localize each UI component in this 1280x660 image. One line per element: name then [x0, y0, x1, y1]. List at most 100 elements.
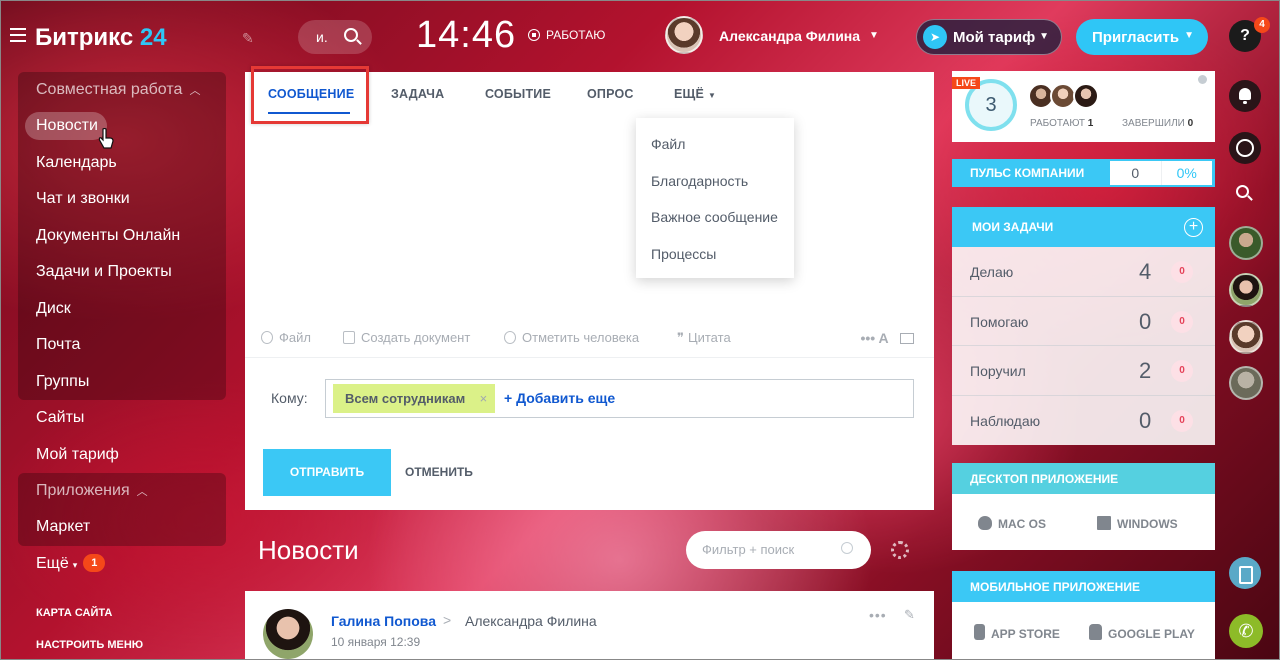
menu-item-news[interactable]: Новости [18, 108, 226, 145]
chat-icon[interactable] [1229, 132, 1261, 164]
post-target[interactable]: Александра Филина [465, 613, 597, 629]
add-task-icon[interactable]: + [1184, 218, 1203, 237]
avatar[interactable] [1229, 320, 1263, 354]
user-name[interactable]: Александра Филина [719, 28, 860, 44]
tab-event[interactable]: СОБЫТИЕ [485, 87, 551, 101]
menu-group-collab-title[interactable]: Совместная работа ︿ [18, 72, 226, 108]
configure-menu-link[interactable]: НАСТРОИТЬ МЕНЮ [36, 639, 143, 651]
pin-icon[interactable]: ✎ [904, 607, 915, 623]
avatar[interactable] [1229, 366, 1263, 400]
dropdown-item-important[interactable]: Важное сообщение [636, 199, 794, 236]
clock[interactable]: 14:46 [416, 14, 516, 57]
mac-os-link[interactable]: MAC OS [978, 516, 1046, 531]
dropdown-item-thanks[interactable]: Благодарность [636, 163, 794, 200]
company-pulse[interactable]: ПУЛЬС КОМПАНИИ 0 0% [952, 159, 1215, 187]
recipients-field[interactable]: Всем сотрудникам × + Добавить еще [325, 379, 914, 418]
search-icon[interactable] [1236, 185, 1249, 198]
chevron-down-icon[interactable]: ▼ [869, 30, 879, 41]
done-label: ЗАВЕРШИЛИ 0 [1122, 118, 1194, 129]
working-label: РАБОТАЮТ 1 [1030, 118, 1094, 129]
panel-icon[interactable] [900, 333, 914, 344]
status-badge: 0 [1171, 310, 1193, 333]
live-card[interactable]: 3 LIVE РАБОТАЮТ 1 ЗАВЕРШИЛИ 0 [952, 71, 1215, 142]
chevron-down-icon: ▼ [1039, 31, 1049, 42]
tab-poll[interactable]: ОПРОС [587, 87, 634, 101]
live-badge: LIVE [952, 77, 981, 89]
invite-button[interactable]: Пригласить ▼ [1076, 19, 1208, 55]
invite-label: Пригласить [1092, 28, 1180, 46]
avatar[interactable] [1229, 226, 1263, 260]
menu-item-groups[interactable]: Группы [18, 364, 226, 401]
google-play-link[interactable]: GOOGLE PLAY [1089, 624, 1195, 641]
menu-item-tasks[interactable]: Задачи и Проекты [18, 254, 226, 291]
work-status[interactable]: РАБОТАЮ [528, 28, 605, 42]
status-badge: 0 [1171, 409, 1193, 432]
menu-item-docs[interactable]: Документы Онлайн [18, 218, 226, 255]
apple-icon [978, 516, 992, 530]
gear-icon[interactable] [891, 541, 909, 559]
post-date[interactable]: 10 января 12:39 [331, 635, 420, 649]
close-icon[interactable]: × [480, 384, 488, 413]
pulse-percent: 0% [1160, 161, 1213, 185]
more-icon[interactable]: ••• [869, 607, 887, 623]
menu-item-calendar[interactable]: Календарь [18, 145, 226, 182]
my-tariff-button[interactable]: ➤ Мой тариф ▼ [916, 19, 1062, 55]
android-icon [1089, 624, 1102, 640]
menu-group-collab: Совместная работа ︿ Новости Календарь Ча… [18, 72, 226, 400]
header-search[interactable]: и. [298, 20, 372, 54]
task-row-doing[interactable]: Делаю 4 0 [952, 247, 1215, 297]
menu-burger-icon[interactable] [10, 28, 26, 42]
tab-task[interactable]: ЗАДАЧА [391, 87, 444, 101]
tool-mention[interactable]: Отметить человека [504, 330, 639, 345]
search-icon[interactable] [841, 542, 853, 554]
post-composer: СООБЩЕНИЕ ЗАДАЧА СОБЫТИЕ ОПРОС ЕЩЁ ▼ Файл… [245, 66, 934, 510]
chevron-down-icon: ▼ [1184, 30, 1194, 41]
exit-icon[interactable] [1229, 557, 1261, 589]
avatar[interactable] [263, 609, 313, 659]
user-avatar[interactable] [665, 16, 703, 54]
dropdown-item-file[interactable]: Файл [636, 126, 794, 163]
task-row-watching[interactable]: Наблюдаю 0 0 [952, 396, 1215, 446]
search-icon[interactable] [344, 28, 358, 42]
edit-pencil-icon[interactable]: ✎ [242, 30, 254, 47]
post-author[interactable]: Галина Попова [331, 613, 436, 629]
menu-item-sites[interactable]: Сайты [18, 400, 226, 437]
cancel-button[interactable]: ОТМЕНИТЬ [405, 465, 473, 479]
feed-post: Галина Попова > Александра Филина 10 янв… [245, 591, 934, 660]
task-row-helping[interactable]: Помогаю 0 0 [952, 297, 1215, 346]
windows-link[interactable]: WINDOWS [1097, 516, 1178, 531]
menu-item-tariff[interactable]: Мой тариф [18, 437, 226, 474]
menu-item-mail[interactable]: Почта [18, 327, 226, 364]
recipient-chip[interactable]: Всем сотрудникам × [333, 384, 496, 413]
tool-create-doc[interactable]: Создать документ [343, 330, 470, 345]
menu-item-disk[interactable]: Диск [18, 291, 226, 328]
send-button[interactable]: ОТПРАВИТЬ [263, 449, 391, 496]
add-recipient-link[interactable]: + Добавить еще [504, 390, 615, 406]
tasks-header[interactable]: МОИ ЗАДАЧИ + [952, 207, 1215, 247]
windows-icon [1097, 516, 1111, 530]
tool-quote[interactable]: ❞ Цитата [677, 330, 731, 346]
bell-icon[interactable] [1229, 80, 1261, 112]
header-search-text: и. [316, 29, 328, 45]
logo[interactable]: Битрикс 24 [35, 24, 167, 52]
menu-group-apps-title[interactable]: Приложения ︿ [18, 473, 226, 509]
dropdown-item-processes[interactable]: Процессы [636, 236, 794, 273]
avatar[interactable] [1073, 83, 1099, 109]
quote-icon: ❞ [677, 330, 684, 345]
app-store-link[interactable]: APP STORE [974, 624, 1060, 641]
tool-file[interactable]: Файл [261, 330, 311, 345]
info-icon[interactable] [1198, 75, 1207, 84]
sitemap-link[interactable]: КАРТА САЙТА [36, 607, 112, 619]
avatar[interactable] [1229, 273, 1263, 307]
menu-item-chat[interactable]: Чат и звонки [18, 181, 226, 218]
menu-item-more[interactable]: Ещё ▾ 1 [18, 546, 226, 583]
filter-search-input[interactable]: Фильтр + поиск [686, 531, 871, 569]
left-menu: Совместная работа ︿ Новости Календарь Ча… [18, 72, 226, 582]
desktop-app-header: ДЕСКТОП ПРИЛОЖЕНИЕ [952, 463, 1215, 494]
task-row-assigned[interactable]: Поручил 2 0 [952, 346, 1215, 396]
menu-item-market[interactable]: Маркет [18, 509, 226, 546]
phone-icon[interactable]: ✆ [1229, 614, 1263, 648]
my-tasks: МОИ ЗАДАЧИ + Делаю 4 0 Помогаю 0 0 Поручил 2 0… [952, 207, 1215, 445]
tab-more[interactable]: ЕЩЁ ▼ [674, 87, 716, 101]
tools-more[interactable]: ••• A [860, 330, 914, 346]
